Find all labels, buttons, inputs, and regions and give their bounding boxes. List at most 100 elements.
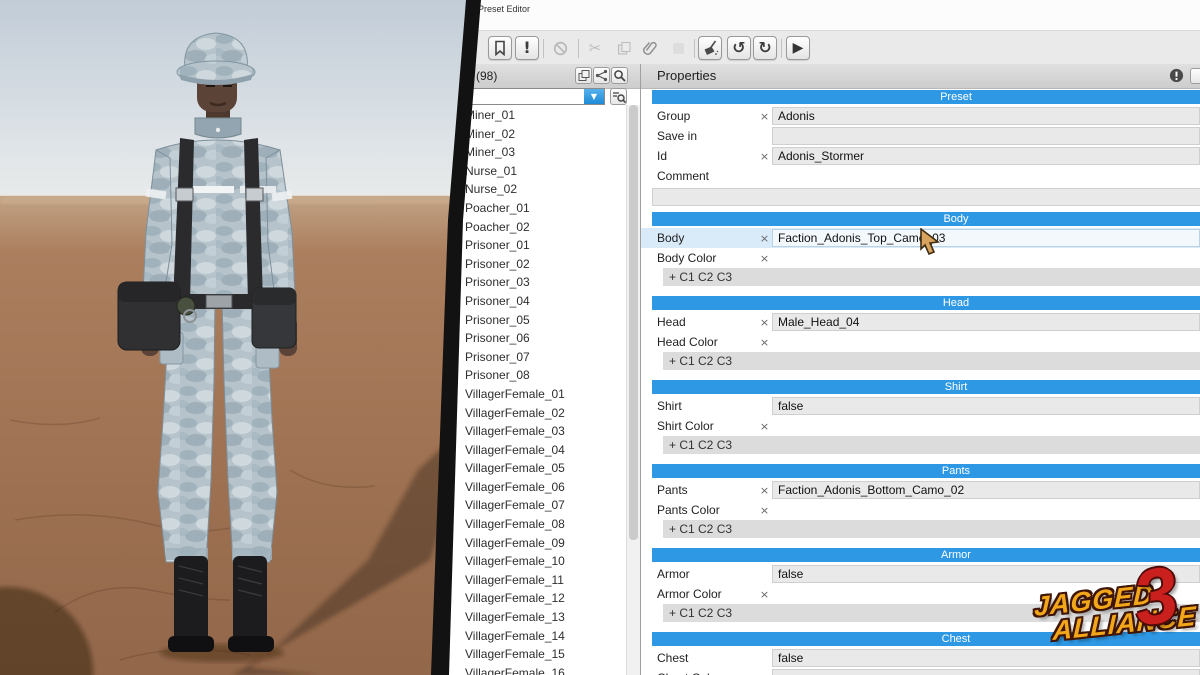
- partial-icon[interactable]: [1190, 68, 1200, 84]
- color-channels-row[interactable]: + C1 C2 C3: [663, 268, 1200, 286]
- list-item[interactable]: VillagerFemale_06: [430, 478, 626, 497]
- list-item[interactable]: VillagerFemale_02: [430, 404, 626, 423]
- clear-value-button[interactable]: ×: [757, 315, 772, 330]
- list-scrollbar-thumb[interactable]: [629, 105, 638, 540]
- list-item[interactable]: VillagerFemale_01: [430, 385, 626, 404]
- list-item[interactable]: Poacher_02: [430, 218, 626, 237]
- clear-value-button[interactable]: ×: [757, 419, 772, 434]
- property-row: Shirt Color ×: [641, 416, 1200, 436]
- search-button[interactable]: [611, 67, 628, 84]
- clean-button[interactable]: [698, 36, 722, 60]
- list-item[interactable]: VillagerFemale_12: [430, 589, 626, 608]
- copy-icon: [617, 41, 630, 54]
- color-channels-row[interactable]: + C1 C2 C3: [663, 352, 1200, 370]
- list-item[interactable]: Nurse_02: [430, 180, 626, 199]
- section-header-bar[interactable]: Shirt: [652, 380, 1200, 394]
- clear-value-button[interactable]: ×: [757, 149, 772, 164]
- clear-value-button[interactable]: ×: [757, 109, 772, 124]
- property-value-field[interactable]: Faction_Adonis_Bottom_Camo_02: [772, 481, 1200, 499]
- section-header-bar[interactable]: Pants: [652, 464, 1200, 478]
- redo-button[interactable]: ↻: [753, 36, 777, 60]
- paste-icon: [672, 42, 684, 54]
- property-row: Pants × Faction_Adonis_Bottom_Camo_02: [641, 480, 1200, 500]
- property-row: Head Color ×: [641, 332, 1200, 352]
- section-header-bar[interactable]: Preset: [652, 90, 1200, 104]
- list-item[interactable]: Prisoner_03: [430, 273, 626, 292]
- list-item[interactable]: Prisoner_01: [430, 236, 626, 255]
- list-item[interactable]: Prisoner_07: [430, 348, 626, 367]
- clear-value-button[interactable]: ×: [757, 503, 772, 518]
- list-item[interactable]: VillagerFemale_10: [430, 552, 626, 571]
- list-item[interactable]: VillagerFemale_16: [430, 664, 626, 675]
- comment-field[interactable]: [652, 188, 1200, 206]
- property-label: Pants: [657, 483, 688, 497]
- property-label: Body Color: [657, 251, 717, 265]
- bookmark-button[interactable]: [488, 36, 512, 60]
- property-label: Pants Color: [657, 503, 720, 517]
- property-section: Shirt Shirt false Shirt Color × + C1 C2 C3: [641, 380, 1200, 454]
- list-item[interactable]: VillagerFemale_15: [430, 645, 626, 664]
- property-label: Armor Color: [657, 587, 722, 601]
- clear-value-button[interactable]: ×: [757, 251, 772, 266]
- section-header-bar[interactable]: Head: [652, 296, 1200, 310]
- list-scrollbar[interactable]: [626, 105, 640, 675]
- list-item[interactable]: VillagerFemale_08: [430, 515, 626, 534]
- property-value-field[interactable]: false: [772, 397, 1200, 415]
- cut-button[interactable]: ✂: [583, 36, 607, 60]
- color-channels-row[interactable]: + C1 C2 C3: [663, 436, 1200, 454]
- property-row: Shirt false: [641, 396, 1200, 416]
- list-item[interactable]: Prisoner_08: [430, 366, 626, 385]
- link-icon: [595, 69, 608, 82]
- attach-button[interactable]: [638, 36, 662, 60]
- play-button[interactable]: ▶: [786, 36, 810, 60]
- warnings-button[interactable]: [1169, 68, 1184, 88]
- window-title: Preset Editor: [478, 4, 531, 14]
- list-item[interactable]: VillagerFemale_07: [430, 496, 626, 515]
- list-item[interactable]: Prisoner_02: [430, 255, 626, 274]
- preset-list: Miner_01 Miner_02 Miner_03 Nurse_01 Nurse_02…: [430, 106, 626, 675]
- list-item[interactable]: Prisoner_04: [430, 292, 626, 311]
- paperclip-icon: [642, 41, 657, 55]
- locate-by-id-button[interactable]: [610, 88, 627, 105]
- property-label: Id: [657, 149, 668, 163]
- property-label: Comment: [657, 169, 710, 183]
- chest-stripe: [190, 186, 234, 193]
- character-3d-viewport[interactable]: [0, 0, 474, 675]
- section-header-bar[interactable]: Armor: [652, 548, 1200, 562]
- undo-button[interactable]: ↺: [727, 36, 751, 60]
- clear-value-button[interactable]: ×: [757, 335, 772, 350]
- list-item[interactable]: VillagerFemale_05: [430, 459, 626, 478]
- list-item[interactable]: Prisoner_06: [430, 329, 626, 348]
- property-value-field[interactable]: Male_Head_04: [772, 313, 1200, 331]
- list-item[interactable]: VillagerFemale_11: [430, 571, 626, 590]
- property-value-field[interactable]: Faction_Adonis_Top_Camo_03: [772, 229, 1200, 247]
- property-value-field[interactable]: [772, 127, 1200, 145]
- color-channels-row[interactable]: + C1 C2 C3: [663, 520, 1200, 538]
- clear-value-button[interactable]: ×: [757, 231, 772, 246]
- toolbar: ! ✂ ↺ ↻ ▶: [420, 30, 1200, 66]
- clear-value-button[interactable]: ×: [757, 483, 772, 498]
- block-button[interactable]: [548, 36, 572, 60]
- character-preview-render: [0, 0, 474, 675]
- paste-button[interactable]: [666, 36, 690, 60]
- property-value-field[interactable]: Adonis_Stormer: [772, 147, 1200, 165]
- list-item[interactable]: VillagerFemale_09: [430, 534, 626, 553]
- property-section: Preset Group × Adonis Save in Id × Adonis_Storm…: [641, 90, 1200, 206]
- list-item[interactable]: Prisoner_05: [430, 311, 626, 330]
- copy-button[interactable]: [612, 36, 636, 60]
- property-label: Chest: [657, 651, 689, 665]
- property-value-field[interactable]: [772, 669, 1200, 675]
- dropdown-arrow-button[interactable]: ▼: [584, 89, 604, 104]
- property-value-field[interactable]: Adonis: [772, 107, 1200, 125]
- list-item[interactable]: Poacher_01: [430, 199, 626, 218]
- mark-important-button[interactable]: !: [515, 36, 539, 60]
- list-item[interactable]: VillagerFemale_04: [430, 441, 626, 460]
- clear-value-button[interactable]: ×: [757, 587, 772, 602]
- section-header-bar[interactable]: Body: [652, 212, 1200, 226]
- list-item[interactable]: VillagerFemale_03: [430, 422, 626, 441]
- jagged-alliance-3-logo: JAGGED ALLIANCE 3: [1013, 549, 1200, 675]
- cascade-windows-button[interactable]: [575, 67, 592, 84]
- list-item[interactable]: VillagerFemale_13: [430, 608, 626, 627]
- list-item[interactable]: VillagerFemale_14: [430, 627, 626, 646]
- link-objects-button[interactable]: [593, 67, 610, 84]
